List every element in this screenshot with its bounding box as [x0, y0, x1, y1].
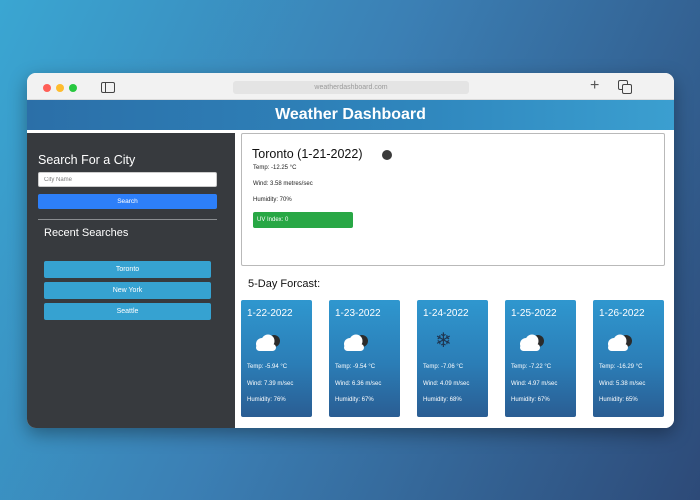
- tab-overview-icon[interactable]: [618, 80, 632, 94]
- forecast-wind: Wind: 5.38 m/sec: [599, 381, 646, 387]
- search-sidebar: Search For a City Search Recent Searches…: [27, 133, 235, 428]
- forecast-humidity: Humidity: 67%: [335, 397, 374, 403]
- forecast-date: 1-22-2022: [247, 308, 293, 319]
- search-heading: Search For a City: [38, 153, 136, 167]
- current-temp: Temp: -12.25 °C: [253, 165, 297, 171]
- main-content: Toronto (1-21-2022) Temp: -12.25 °C Wind…: [235, 133, 674, 428]
- search-button[interactable]: Search: [38, 194, 217, 209]
- cloud-icon: [256, 334, 280, 351]
- forecast-heading: 5-Day Forcast:: [248, 278, 321, 290]
- current-wind: Wind: 3.58 metres/sec: [253, 181, 313, 187]
- forecast-date: 1-23-2022: [335, 308, 381, 319]
- close-window-button[interactable]: [43, 84, 51, 92]
- browser-titlebar: weatherdashboard.com +: [27, 73, 674, 100]
- forecast-card: 1-24-2022 ❄ Temp: -7.06 °C Wind: 4.09 m/…: [417, 300, 488, 417]
- city-search-input[interactable]: [38, 172, 217, 187]
- forecast-temp: Temp: -7.06 °C: [423, 364, 464, 370]
- current-weather-card: Toronto (1-21-2022) Temp: -12.25 °C Wind…: [241, 133, 665, 266]
- forecast-temp: Temp: -9.54 °C: [335, 364, 376, 370]
- forecast-humidity: Humidity: 68%: [423, 397, 462, 403]
- current-city-title: Toronto (1-21-2022): [252, 147, 363, 161]
- snowflake-icon: ❄: [435, 330, 452, 352]
- maximize-window-button[interactable]: [69, 84, 77, 92]
- recent-searches-heading: Recent Searches: [44, 227, 129, 239]
- browser-window: weatherdashboard.com + Weather Dashboard…: [27, 73, 674, 428]
- address-bar[interactable]: weatherdashboard.com: [233, 81, 469, 94]
- forecast-temp: Temp: -16.29 °C: [599, 364, 643, 370]
- forecast-wind: Wind: 4.97 m/sec: [511, 381, 558, 387]
- forecast-wind: Wind: 7.39 m/sec: [247, 381, 294, 387]
- new-tab-icon[interactable]: +: [590, 78, 599, 94]
- forecast-date: 1-26-2022: [599, 308, 645, 319]
- forecast-card: 1-22-2022 Temp: -5.94 °C Wind: 7.39 m/se…: [241, 300, 312, 417]
- recent-search-seattle[interactable]: Seattle: [44, 303, 211, 320]
- sidebar-divider: [38, 219, 217, 220]
- recent-search-new-york[interactable]: New York: [44, 282, 211, 299]
- minimize-window-button[interactable]: [56, 84, 64, 92]
- cloud-icon: [520, 334, 544, 351]
- forecast-card: 1-23-2022 Temp: -9.54 °C Wind: 6.36 m/se…: [329, 300, 400, 417]
- current-humidity: Humidity: 70%: [253, 197, 292, 203]
- forecast-card: 1-25-2022 Temp: -7.22 °C Wind: 4.97 m/se…: [505, 300, 576, 417]
- forecast-wind: Wind: 6.36 m/sec: [335, 381, 382, 387]
- cloud-icon: [344, 334, 368, 351]
- forecast-date: 1-25-2022: [511, 308, 557, 319]
- forecast-card: 1-26-2022 Temp: -16.29 °C Wind: 5.38 m/s…: [593, 300, 664, 417]
- forecast-humidity: Humidity: 65%: [599, 397, 638, 403]
- page-header: Weather Dashboard: [27, 100, 674, 130]
- forecast-humidity: Humidity: 67%: [511, 397, 550, 403]
- forecast-temp: Temp: -7.22 °C: [511, 364, 552, 370]
- forecast-wind: Wind: 4.09 m/sec: [423, 381, 470, 387]
- uv-index-badge: UV Index: 0: [253, 212, 353, 228]
- forecast-date: 1-24-2022: [423, 308, 469, 319]
- current-weather-icon: [382, 150, 392, 160]
- cloud-icon: [608, 334, 632, 351]
- forecast-humidity: Humidity: 76%: [247, 397, 286, 403]
- recent-search-toronto[interactable]: Toronto: [44, 261, 211, 278]
- sidebar-toggle-icon[interactable]: [101, 82, 115, 93]
- page-title: Weather Dashboard: [275, 106, 426, 123]
- forecast-temp: Temp: -5.94 °C: [247, 364, 288, 370]
